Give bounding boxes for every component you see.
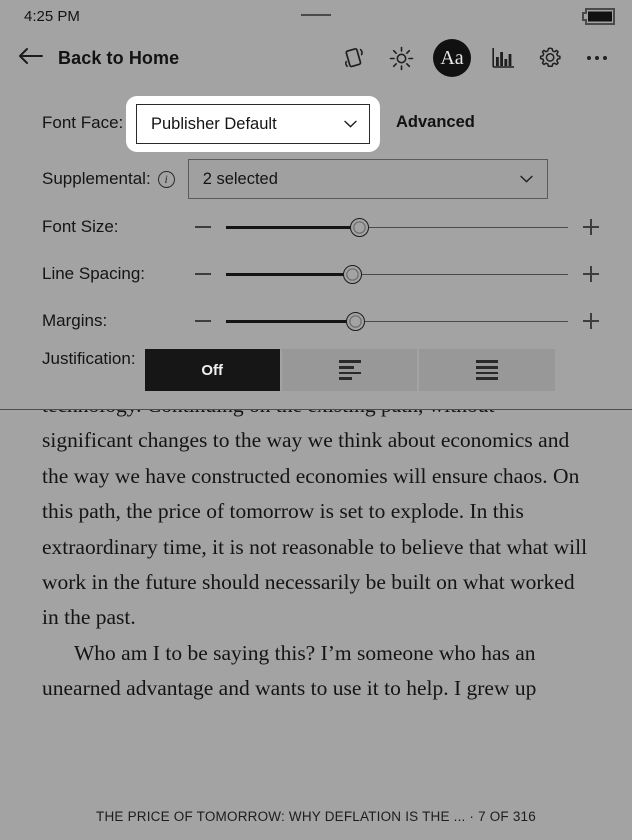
status-bar: 4:25 PM [0,0,632,32]
slider-fill [226,272,353,276]
reading-stats-bar-chart-icon[interactable] [488,43,518,73]
page-footer: THE PRICE OF TOMORROW: WHY DEFLATION IS … [96,809,536,824]
slider-thumb[interactable] [349,218,369,237]
advanced-link[interactable]: Advanced [396,113,475,132]
overflow-menu-icon[interactable] [582,43,612,73]
margins-decrease-button[interactable] [192,310,214,332]
reader-toolbar: Back to Home Aa [0,32,632,84]
font-face-dropdown[interactable]: Publisher Default [136,104,370,144]
slider-fill [226,319,356,323]
margins-row: Margins: [0,302,632,340]
margins-increase-button[interactable] [580,310,602,332]
font-size-increase-button[interactable] [580,216,602,238]
font-size-slider[interactable] [226,216,568,238]
justification-left-align-button[interactable] [281,349,420,391]
margins-label: Margins: [42,311,108,330]
supplemental-value: 2 selected [202,169,278,188]
font-settings-panel: Font Face: Publisher Default Advanced Su… [0,84,632,409]
info-circle-icon[interactable]: i [157,170,175,188]
brightness-sun-icon[interactable] [386,43,416,73]
slider-fill [226,225,360,229]
supplemental-label: Supplemental: [42,169,151,188]
drag-handle[interactable] [301,14,331,16]
font-face-row: Font Face: Publisher Default Advanced [0,96,632,152]
slider-thumb[interactable] [343,265,363,284]
font-face-label: Font Face: [42,113,124,132]
gear-icon[interactable] [535,43,565,73]
justification-off-label: Off [201,361,224,379]
justification-row: Justification: Off [0,349,632,391]
battery-full-icon [582,7,616,25]
font-face-value: Publisher Default [151,114,277,133]
font-size-row: Font Size: [0,208,632,246]
font-aa-icon[interactable]: Aa [433,39,471,77]
align-left-icon [338,360,361,380]
align-justify-icon [475,360,498,380]
line-spacing-label: Line Spacing: [42,264,146,283]
reader-top-overlay: 4:25 PM Back to Home Aa Font Face: Publi… [0,0,632,410]
chevron-down-icon [519,175,533,183]
supplemental-dropdown[interactable]: 2 selected [187,159,548,199]
arrow-left-icon [18,47,44,70]
justification-off-button[interactable]: Off [144,349,282,391]
rotate-orientation-icon[interactable] [339,43,369,73]
justification-button-group: Off [144,349,555,391]
font-aa-label: Aa [440,47,464,69]
line-spacing-decrease-button[interactable] [192,263,214,285]
chevron-down-icon [344,120,357,128]
font-size-decrease-button[interactable] [192,216,214,238]
font-size-label: Font Size: [42,217,119,236]
margins-slider[interactable] [226,310,568,332]
status-time: 4:25 PM [24,7,80,25]
back-to-home-button[interactable]: Back to Home [14,47,179,70]
page-paragraph: Who am I to be saying this? I’m someone … [42,640,537,701]
slider-thumb[interactable] [346,312,366,331]
justification-full-button[interactable] [419,349,555,391]
back-to-home-label: Back to Home [58,47,180,68]
supplemental-row: Supplemental: i 2 selected [0,159,632,199]
line-spacing-slider[interactable] [226,263,568,285]
line-spacing-increase-button[interactable] [580,263,602,285]
line-spacing-row: Line Spacing: [0,255,632,293]
justification-label: Justification: [42,349,136,368]
toolbar-icon-group: Aa [339,39,618,77]
